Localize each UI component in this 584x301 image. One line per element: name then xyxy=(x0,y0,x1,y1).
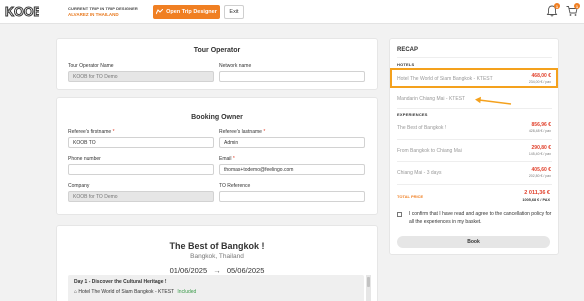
notification-count-badge: 1 xyxy=(554,3,560,9)
tour-operator-name-label: Tour Operator Name xyxy=(68,63,114,69)
phone-label: Phone number xyxy=(68,156,101,162)
lastname-label: Referee's lastname * xyxy=(219,129,265,135)
phone-field[interactable] xyxy=(68,164,214,175)
experience-row[interactable]: From Bangkok to Chiang Mai 290,80 € 145,… xyxy=(397,144,552,159)
required-marker: * xyxy=(263,129,266,135)
tour-location: Bangkok, Thailand xyxy=(190,253,244,260)
arrow-right-icon: → xyxy=(213,266,221,275)
tour-dates: 01/06/2025 → 05/06/2025 xyxy=(57,266,377,275)
open-trip-designer-label: Open Trip Designer xyxy=(166,9,217,15)
company-field: KOOB for TO Demo xyxy=(68,191,214,202)
experience-price-per-pax: 202,80 € / pax xyxy=(528,174,551,178)
divider xyxy=(397,161,552,162)
day-hotel-line: ⌂ Hotel The World of Siam Bangkok - KTES… xyxy=(74,289,196,295)
divider xyxy=(397,184,552,185)
email-field[interactable]: thomas+todemo@feelingo.com xyxy=(219,164,365,175)
scrollbar-thumb[interactable] xyxy=(367,277,370,287)
date-to: 05/06/2025 xyxy=(226,266,265,275)
koob-logo[interactable]: KOOB xyxy=(5,5,39,18)
scrollbar[interactable] xyxy=(366,275,371,301)
svg-text:KOOB: KOOB xyxy=(5,5,39,18)
lastname-label-text: Referee's lastname xyxy=(219,129,262,135)
confirm-text: I confirm that I have read and agree to … xyxy=(409,211,552,225)
divider xyxy=(397,139,552,140)
email-label: Email * xyxy=(219,156,235,162)
bed-icon: ⌂ xyxy=(74,289,78,295)
hotel-name: Mandarin Chiang Mai - KTEST xyxy=(397,96,466,102)
experience-name: Chiang Mai - 3 days xyxy=(397,170,442,176)
network-name-label: Network name xyxy=(219,63,252,69)
firstname-field[interactable]: KOOB TO xyxy=(68,137,214,148)
to-reference-field[interactable] xyxy=(219,191,365,202)
total-price-label: TOTAL PRICE xyxy=(397,194,424,199)
total-price-per-pax: 1005,68 € / PAX xyxy=(522,198,550,202)
to-reference-label: TO Reference xyxy=(219,183,251,189)
experience-price-per-pax: 428,48 € / pax xyxy=(528,129,551,133)
open-trip-designer-button[interactable]: Open Trip Designer xyxy=(153,5,220,19)
experience-price: 405,60 € xyxy=(531,167,551,173)
tour-operator-title: Tour Operator xyxy=(193,47,241,54)
experience-row[interactable]: The Best of Bangkok ! 856,96 € 428,48 € … xyxy=(397,121,552,136)
current-trip-label: CURRENT TRIP IN TRIP DESIGNER xyxy=(68,6,138,11)
divider xyxy=(397,108,552,109)
included-badge: Included xyxy=(177,289,197,295)
exit-button[interactable]: Exit xyxy=(224,5,244,19)
tour-operator-name-field: KOOB for TO Demo xyxy=(68,71,214,82)
hotels-section-label: HOTELS xyxy=(397,62,415,67)
notifications-button[interactable]: 1 xyxy=(546,3,560,17)
required-marker: * xyxy=(232,156,235,162)
top-bar: KOOB CURRENT TRIP IN TRIP DESIGNER ALVAR… xyxy=(0,0,584,24)
experience-name: The Best of Bangkok ! xyxy=(397,125,447,131)
book-button[interactable]: Book xyxy=(397,236,550,248)
date-from: 01/06/2025 xyxy=(169,266,208,275)
tour-operator-card: Tour Operator Tour Operator Name KOOB fo… xyxy=(56,38,378,90)
current-trip-name: ALVAREZ IN THAILAND xyxy=(68,12,119,17)
experience-price: 856,96 € xyxy=(531,122,551,128)
cart-button[interactable]: 1 xyxy=(566,3,580,17)
tour-title: The Best of Bangkok ! xyxy=(169,241,265,251)
experience-row[interactable]: Chiang Mai - 3 days 405,60 € 202,80 € / … xyxy=(397,166,552,181)
day-title: Day 1 - Discover the Cultural Heritage ! xyxy=(74,279,167,285)
booking-owner-title: Booking Owner xyxy=(191,114,243,121)
highlight-box xyxy=(390,68,558,88)
day-hotel-name: Hotel The World of Siam Bangkok - KTEST xyxy=(78,289,175,295)
firstname-label: Referee's firstname * xyxy=(68,129,115,135)
required-marker: * xyxy=(112,129,115,135)
day-box: Day 1 - Discover the Cultural Heritage !… xyxy=(68,275,364,301)
booking-owner-card: Booking Owner Referee's firstname * KOOB… xyxy=(56,97,378,215)
total-price: 2 011,36 € xyxy=(524,190,550,196)
experience-name: From Bangkok to Chiang Mai xyxy=(397,148,462,154)
lastname-field[interactable]: Admin xyxy=(219,137,365,148)
cart-count-badge: 1 xyxy=(574,3,580,9)
company-label: Company xyxy=(68,183,90,189)
recap-title: RECAP xyxy=(397,47,419,53)
tour-card: The Best of Bangkok ! Bangkok, Thailand … xyxy=(56,225,378,301)
experience-price-per-pax: 145,40 € / pax xyxy=(528,152,551,156)
firstname-label-text: Referee's firstname xyxy=(68,129,112,135)
divider xyxy=(397,57,552,58)
network-name-field[interactable] xyxy=(219,71,365,82)
experiences-section-label: EXPERIENCES xyxy=(397,112,428,117)
designer-icon xyxy=(156,9,164,15)
experience-price: 290,80 € xyxy=(531,145,551,151)
annotation-arrow-icon xyxy=(475,96,512,105)
email-label-text: Email xyxy=(219,156,232,162)
confirm-checkbox[interactable] xyxy=(397,212,402,217)
